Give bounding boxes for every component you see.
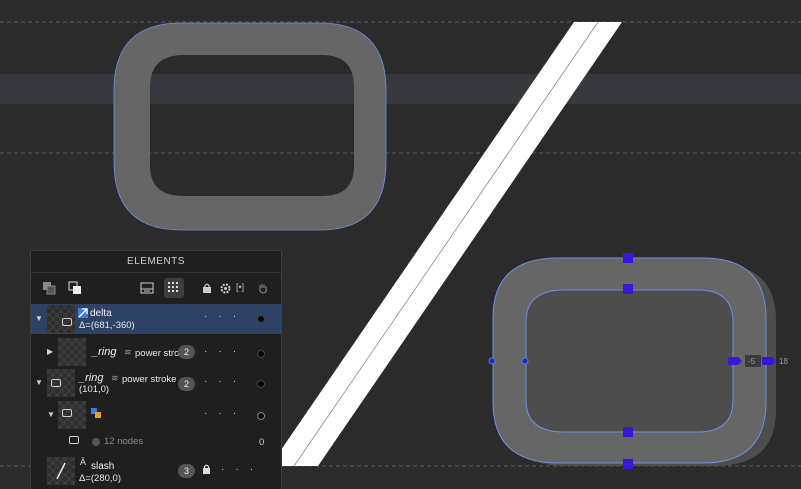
element-name: delta (90, 308, 112, 319)
handle-left-outer[interactable] (488, 357, 496, 365)
fill-style-icon (91, 408, 101, 418)
shape-icon (62, 409, 72, 417)
color-dot[interactable] (257, 412, 265, 420)
row-visibility-dots[interactable]: · · · (204, 346, 236, 357)
element-name: slash (91, 461, 115, 472)
elements-panel: ELEMENTS [•] ▼ delta Δ=(681,-360) · · · … (30, 250, 282, 489)
element-offset: (101,0) (79, 384, 110, 395)
handle-top-outer[interactable] (623, 253, 633, 263)
bring-front-icon[interactable] (65, 278, 85, 298)
element-row-ring[interactable]: ▶ _ring ≋ power stro 2 · · · (31, 337, 281, 367)
handle-bottom-inner[interactable] (623, 427, 633, 437)
handle-label-inner: -5 (748, 357, 756, 366)
collapse-icon[interactable]: ▼ (35, 314, 43, 323)
code-icon[interactable]: [•] (236, 282, 244, 292)
row-visibility-dots[interactable]: · · · (221, 464, 253, 475)
power-stroke-icon: ≋ (111, 373, 119, 383)
power-stroke-icon: ≋ (124, 347, 132, 357)
grid-view-icon[interactable] (164, 278, 184, 298)
panel-toolbar: [•] (31, 273, 281, 305)
element-name: _ring (79, 372, 104, 384)
collapse-icon[interactable]: ▼ (35, 378, 43, 387)
hand-icon[interactable] (253, 278, 273, 298)
handle-label-outer: 18 (779, 357, 788, 366)
gear-icon[interactable] (215, 278, 235, 298)
color-dot[interactable] (257, 315, 265, 323)
row-visibility-dots[interactable]: · · · (204, 311, 236, 322)
child-count-badge: 2 (178, 345, 195, 359)
element-row-child-shape[interactable]: ▼ · · · (31, 400, 281, 430)
child-count-badge: 2 (178, 377, 195, 391)
delta-arrow-icon (78, 308, 88, 318)
effect-name: power stro (135, 348, 180, 359)
element-row-slash[interactable]: Ä slash Δ=(280,0) 3 · · · (31, 455, 281, 487)
node-value: 0 (259, 437, 265, 448)
handle-top-inner[interactable] (623, 284, 633, 294)
collapse-icon[interactable]: ▼ (47, 410, 55, 419)
element-thumbnail (47, 457, 75, 485)
row-visibility-dots[interactable]: · · · (204, 376, 236, 387)
top-ring-shape[interactable] (114, 23, 386, 230)
shape-icon (62, 318, 72, 326)
element-thumbnail (58, 338, 86, 366)
expand-icon[interactable]: ▶ (47, 347, 53, 356)
boolean-union-icon[interactable] (39, 278, 59, 298)
element-row-delta[interactable]: ▼ delta Δ=(681,-360) · · · (31, 304, 281, 334)
effect-name: power stroke (122, 374, 177, 385)
element-row-ring-expanded[interactable]: ▼ _ring ≋ power stroke (101,0) 2 · · · (31, 368, 281, 398)
element-offset: Δ=(681,-360) (79, 320, 135, 331)
color-dot[interactable] (257, 350, 265, 358)
element-name: _ring (92, 346, 117, 358)
list-view-icon[interactable] (137, 278, 157, 298)
path-effect-icon: Ä (80, 457, 87, 467)
lock-icon[interactable] (197, 278, 217, 298)
row-visibility-dots[interactable]: · · · (204, 408, 236, 419)
color-dot[interactable] (257, 380, 265, 388)
child-count-badge: 3 (178, 464, 195, 478)
element-row-nodes[interactable]: 12 nodes 0 (31, 431, 281, 453)
shape-icon (69, 436, 79, 444)
shape-icon (51, 379, 61, 387)
element-offset: Δ=(280,0) (79, 473, 121, 484)
handle-left-inner[interactable] (521, 357, 529, 365)
lock-icon[interactable] (202, 464, 211, 477)
node-count: 12 nodes (104, 436, 144, 447)
panel-title: ELEMENTS (31, 251, 281, 273)
node-icon (92, 438, 100, 446)
handle-bottom-outer[interactable] (623, 459, 633, 469)
